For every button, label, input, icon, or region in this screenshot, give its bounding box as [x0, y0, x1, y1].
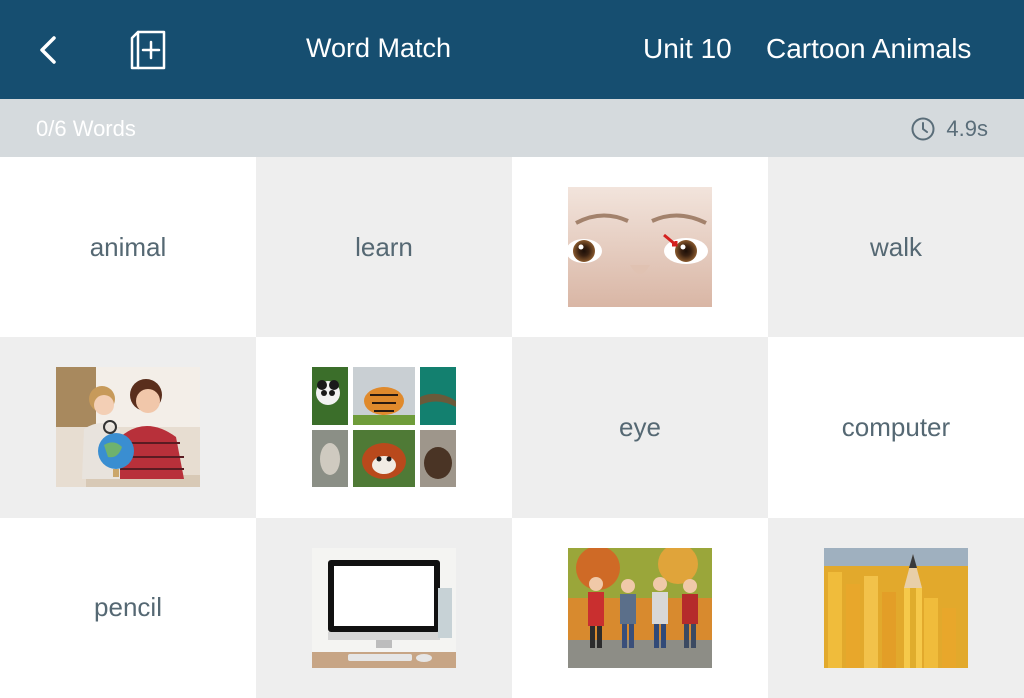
back-button[interactable] [28, 30, 68, 70]
pencils-photo-icon [824, 547, 968, 668]
card-word: animal [89, 231, 167, 262]
computer-photo-icon [312, 547, 456, 668]
card-word: pencil [94, 592, 162, 623]
clock-icon [911, 117, 935, 141]
word-card-walk[interactable]: walk [768, 157, 1024, 338]
app-header: Word Match Unit 10 Cartoon Animals [0, 0, 1024, 99]
word-card-eye[interactable]: eye [512, 337, 768, 518]
card-word: learn [355, 231, 413, 262]
image-card-eye[interactable] [512, 157, 768, 338]
progress-counter: 0/6 Words [36, 116, 136, 141]
add-card-icon [130, 30, 166, 70]
word-card-learn[interactable]: learn [256, 157, 512, 338]
card-word: computer [841, 411, 951, 442]
animals-collage-photo-icon [312, 367, 456, 488]
chevron-left-icon [40, 36, 56, 64]
card-word: walk [869, 231, 922, 262]
word-card-animal[interactable]: animal [0, 157, 256, 338]
add-card-button[interactable] [124, 26, 174, 74]
image-card-computer[interactable] [256, 517, 512, 698]
page-title: Word Match [306, 33, 452, 63]
card-word: eye [619, 411, 661, 442]
image-card-learn[interactable] [0, 337, 256, 518]
image-card-animals[interactable] [256, 337, 512, 518]
image-card-pencil[interactable] [768, 517, 1024, 698]
unit-label: Unit 10 [643, 33, 732, 64]
walk-photo-icon [568, 547, 712, 668]
word-card-pencil[interactable]: pencil [0, 517, 256, 698]
learn-photo-icon [56, 367, 200, 488]
topic-label: Cartoon Animals [766, 33, 972, 64]
image-card-walk[interactable] [512, 517, 768, 698]
word-card-computer[interactable]: computer [768, 337, 1024, 518]
timer-value: 4.9s [946, 116, 988, 141]
eye-photo-icon [568, 187, 712, 308]
timer: 4.9s [910, 116, 988, 142]
card-grid: animal learn walk eye computer pencil [0, 157, 1024, 698]
status-bar: 0/6 Words 4.9s [0, 99, 1024, 157]
